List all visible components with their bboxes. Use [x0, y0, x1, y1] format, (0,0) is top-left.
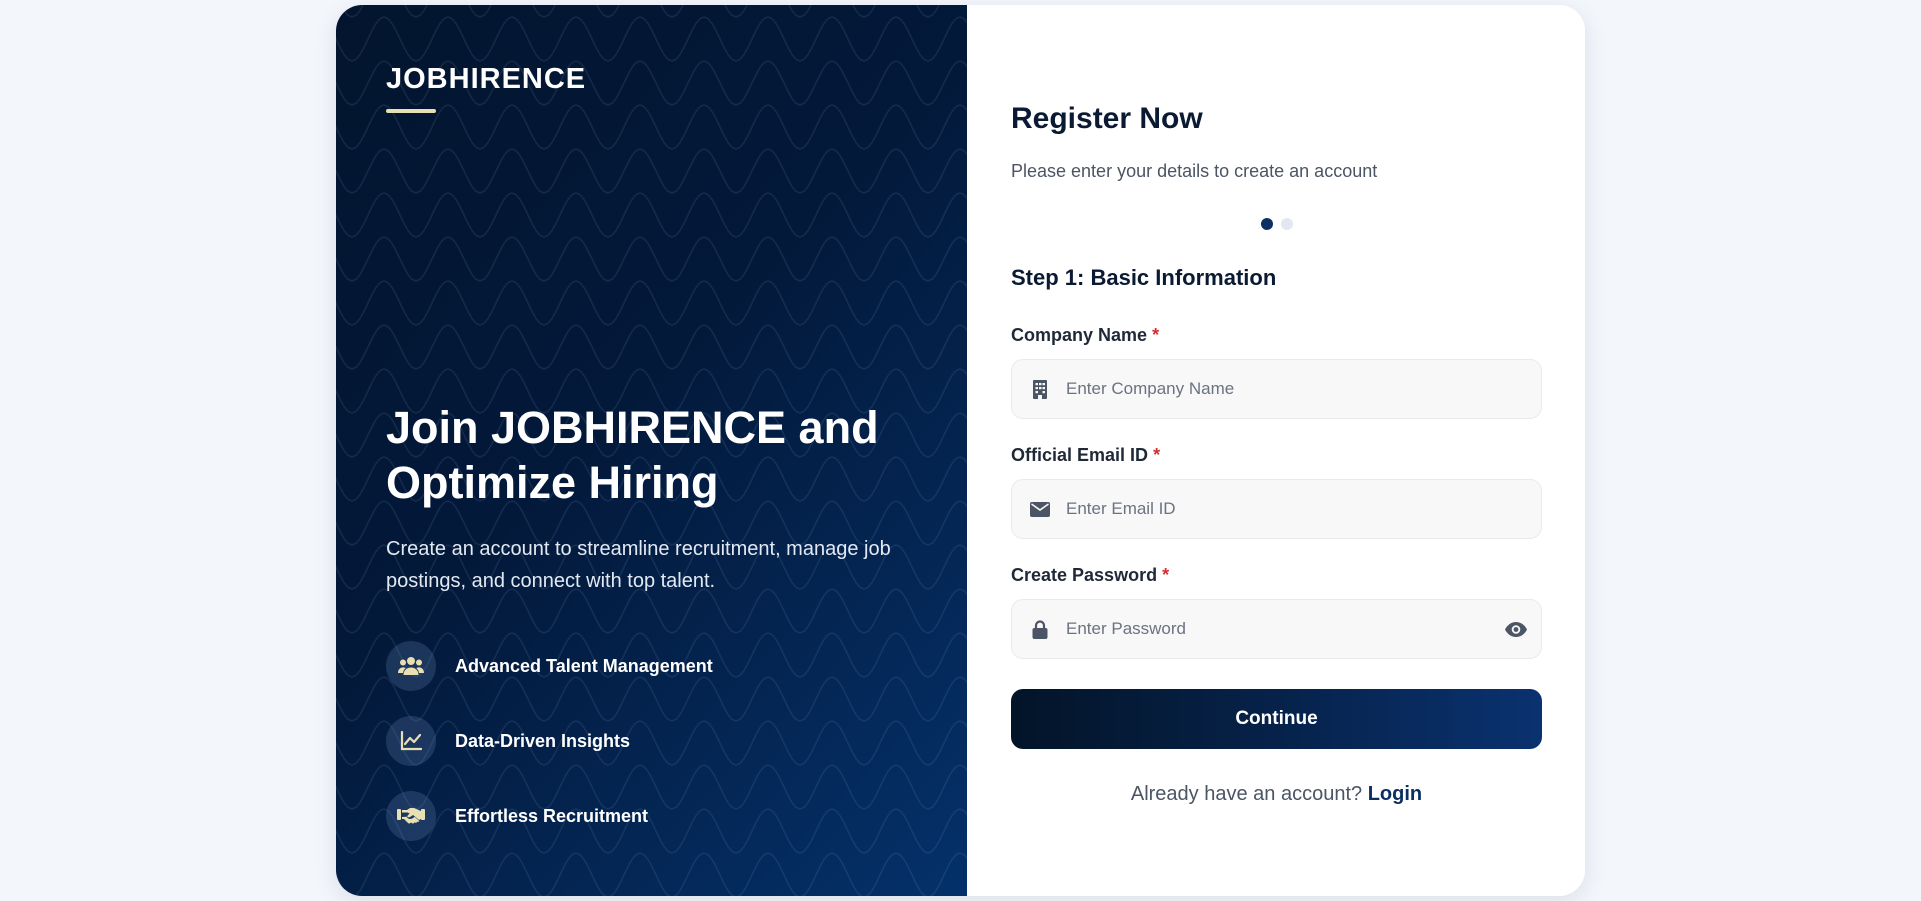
password-input[interactable]: [1066, 600, 1491, 658]
wave-line: [336, 236, 967, 282]
lock-icon: [1012, 619, 1066, 639]
brand-underline: [386, 109, 436, 113]
login-prompt-row: Already have an account? Login: [967, 783, 1585, 806]
register-card: JOBHIRENCE Join JOBHIRENCE and Optimize …: [336, 5, 1585, 896]
step-title: Step 1: Basic Information: [1011, 265, 1277, 290]
step-dot: [1281, 218, 1293, 230]
feature-label: Effortless Recruitment: [455, 805, 649, 826]
step-indicator: [1261, 218, 1301, 230]
wave-line: [336, 324, 967, 370]
feature-item: Advanced Talent Management: [386, 641, 713, 691]
email-field: [1011, 479, 1542, 539]
password-label: Create Password *: [1011, 565, 1169, 586]
feature-label: Data-Driven Insights: [455, 730, 631, 751]
wave-line: [336, 192, 967, 238]
feature-item: Data-Driven Insights: [386, 716, 713, 766]
email-label: Official Email ID *: [1011, 445, 1160, 466]
form-title: Register Now: [1011, 102, 1203, 135]
email-input[interactable]: [1066, 480, 1541, 538]
feature-item: Effortless Recruitment: [386, 791, 713, 841]
users-icon: [386, 641, 436, 691]
hero-description: Create an account to streamline recruitm…: [386, 538, 891, 592]
company-name-input[interactable]: [1066, 360, 1541, 418]
wave-line: [336, 148, 967, 194]
wave-line: [336, 16, 967, 62]
brand-logo: JOBHIRENCE: [386, 63, 587, 95]
wave-line: [339, 5, 941, 18]
feature-list: Advanced Talent Management Data-Driven I…: [386, 641, 713, 866]
step-dot-active: [1261, 218, 1273, 230]
envelope-icon: [1012, 501, 1066, 517]
building-icon: [1012, 379, 1066, 399]
required-marker: *: [1162, 565, 1170, 585]
hero-title: Join JOBHIRENCE and Optimize Hiring: [386, 402, 879, 508]
company-name-label: Company Name *: [1011, 325, 1159, 346]
register-form-panel: Register Now Please enter your details t…: [967, 5, 1585, 896]
required-marker: *: [1152, 325, 1160, 345]
eye-icon[interactable]: [1491, 621, 1541, 637]
login-prompt: Already have an account?: [1130, 783, 1363, 805]
form-subtitle: Please enter your details to create an a…: [1011, 161, 1378, 181]
company-name-field: [1011, 359, 1542, 419]
wave-line: [336, 280, 967, 326]
chart-line-icon: [386, 716, 436, 766]
password-field: [1011, 599, 1542, 659]
email-label-text: Official Email ID: [1011, 445, 1149, 465]
login-link[interactable]: Login: [1368, 783, 1422, 805]
required-marker: *: [1153, 445, 1161, 465]
handshake-icon: [386, 791, 436, 841]
company-name-label-text: Company Name: [1011, 325, 1148, 345]
feature-label: Advanced Talent Management: [455, 655, 713, 676]
password-label-text: Create Password: [1011, 565, 1158, 585]
brand-panel: JOBHIRENCE Join JOBHIRENCE and Optimize …: [336, 5, 967, 896]
continue-button[interactable]: Continue: [1011, 689, 1542, 749]
